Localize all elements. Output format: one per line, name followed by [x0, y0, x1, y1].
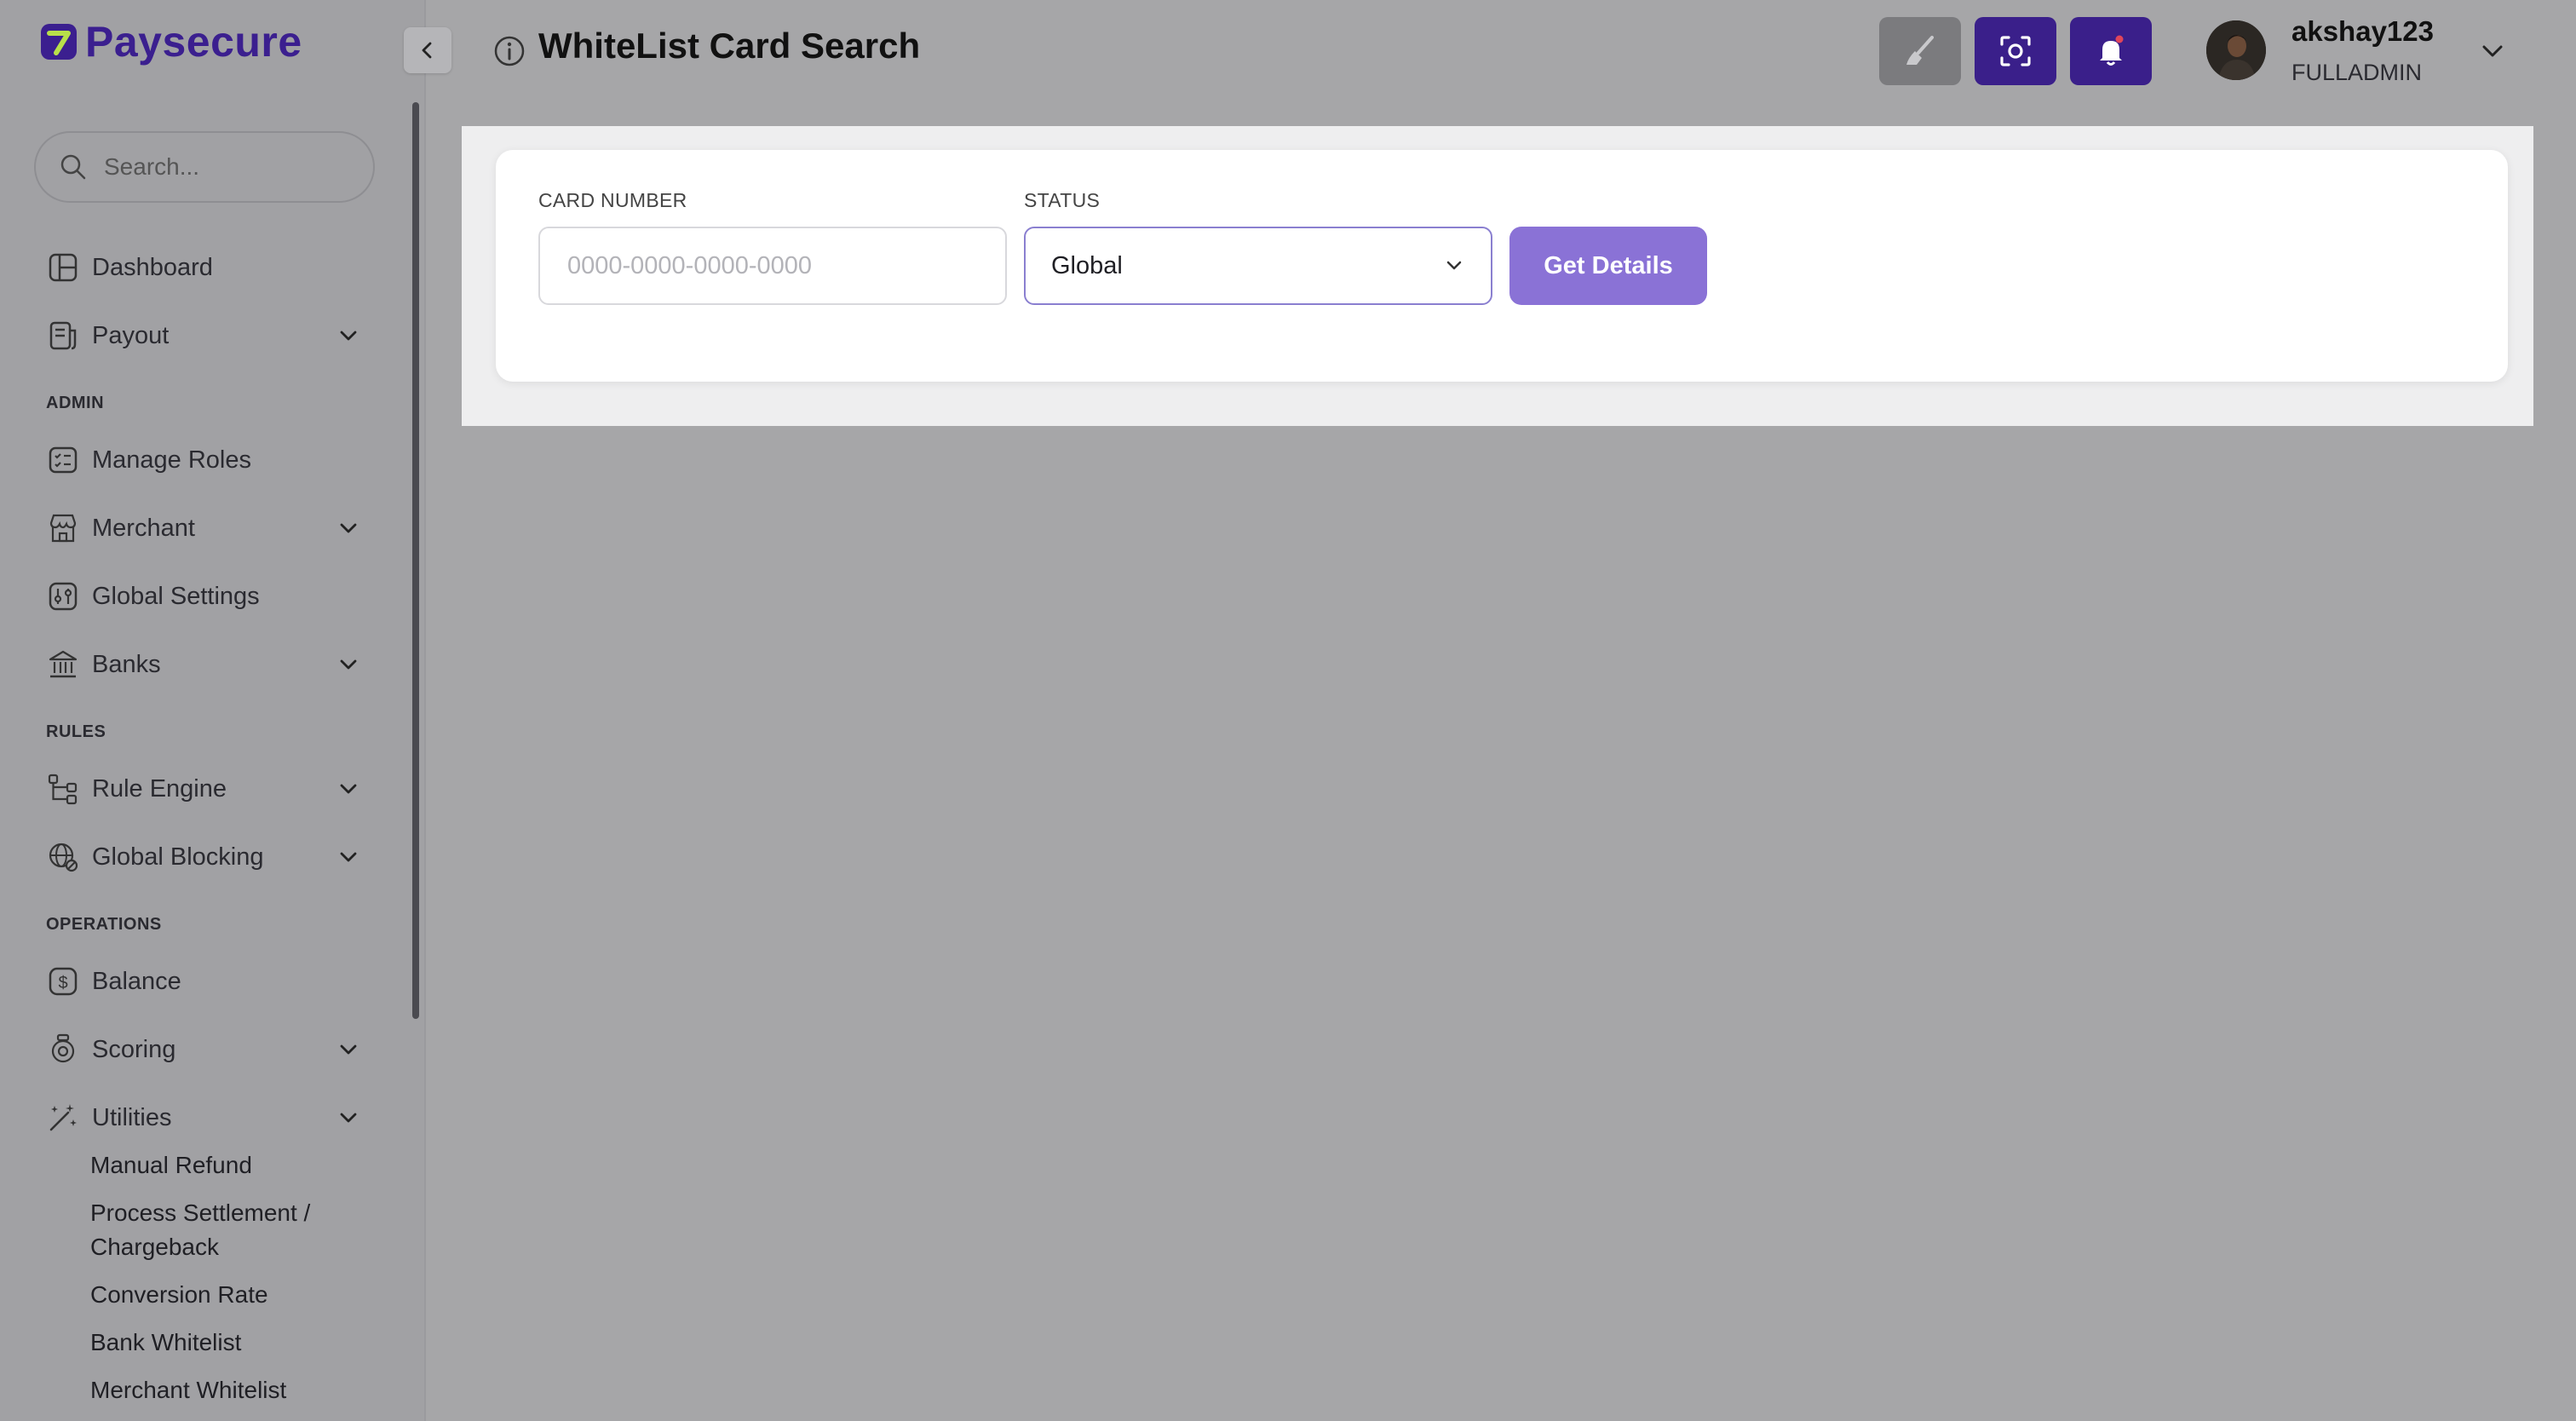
status-select[interactable]: Global [1024, 227, 1492, 305]
sidebar: Paysecure Dashboard Payout ADMIN [0, 0, 426, 1421]
store-icon [49, 514, 77, 543]
sidebar-item-payout[interactable]: Payout [46, 310, 361, 361]
scoring-icon [51, 1033, 75, 1063]
chevron-down-icon[interactable] [336, 776, 361, 802]
section-label-admin: ADMIN [46, 394, 105, 412]
sidebar-item-label: Banks [92, 650, 161, 678]
chevron-down-icon[interactable] [336, 844, 361, 870]
sidebar-item-label: Global Settings [92, 582, 260, 610]
card-number-label: CARD NUMBER [538, 189, 687, 211]
sidebar-item-global-blocking[interactable]: Global Blocking [46, 831, 361, 883]
sidebar-item-rule-engine[interactable]: Rule Engine [46, 763, 361, 814]
svg-text:$: $ [58, 974, 67, 992]
sidebar-item-balance[interactable]: $ Balance [46, 956, 361, 1007]
sidebar-item-utilities[interactable]: Utilities [46, 1092, 361, 1143]
manage-roles-icon [49, 446, 78, 474]
chevron-left-icon [422, 42, 432, 59]
user-role: FULLADMIN [2291, 60, 2423, 85]
sidebar-item-label: Merchant [92, 514, 195, 542]
sidebar-item-scoring[interactable]: Scoring [46, 1024, 361, 1075]
sidebar-subitem-merchant-whitelist[interactable]: Merchant Whitelist [90, 1373, 371, 1407]
bank-icon [49, 650, 78, 678]
section-label-operations: OPERATIONS [46, 915, 162, 934]
get-details-button[interactable]: Get Details [1509, 227, 1707, 305]
sidebar-item-label: Balance [92, 967, 181, 995]
sidebar-subitem-bank-whitelist[interactable]: Bank Whitelist [90, 1326, 371, 1360]
screenshot-button[interactable] [1975, 17, 2056, 85]
sidebar-subitem-manual-refund[interactable]: Manual Refund [90, 1148, 371, 1182]
dashboard-icon [49, 253, 78, 282]
globe-block-icon [49, 843, 78, 872]
sidebar-subitem-conversion-rate[interactable]: Conversion Rate [90, 1278, 371, 1312]
screen-capture-icon [2000, 36, 2031, 66]
search-input[interactable] [104, 153, 359, 181]
avatar[interactable] [2206, 20, 2266, 80]
bell-icon [2100, 35, 2124, 66]
card-number-input[interactable] [538, 227, 1007, 305]
status-selected-value: Global [1051, 251, 1123, 279]
chevron-down-icon [1446, 261, 1462, 270]
chevron-down-icon[interactable] [336, 1037, 361, 1062]
sidebar-item-dashboard[interactable]: Dashboard [46, 242, 361, 293]
payout-icon [49, 321, 77, 350]
sidebar-item-banks[interactable]: Banks [46, 639, 361, 690]
info-icon[interactable] [492, 34, 526, 68]
sidebar-item-label: Global Blocking [92, 843, 264, 871]
chevron-down-icon[interactable] [2475, 34, 2510, 68]
chevron-down-icon[interactable] [336, 652, 361, 677]
sidebar-item-global-settings[interactable]: Global Settings [46, 571, 361, 622]
page-title: WhiteList Card Search [538, 26, 921, 66]
sidebar-item-label: Rule Engine [92, 774, 227, 803]
chevron-down-icon[interactable] [336, 323, 361, 348]
sidebar-item-label: Utilities [92, 1103, 172, 1131]
search-icon [60, 154, 86, 180]
sidebar-item-label: Dashboard [92, 253, 213, 281]
user-name: akshay123 [2291, 15, 2434, 47]
sidebar-item-label: Manage Roles [92, 446, 251, 474]
clear-cache-button[interactable] [1879, 17, 1961, 85]
magic-wand-icon [49, 1104, 77, 1131]
sidebar-item-manage-roles[interactable]: Manage Roles [46, 434, 361, 486]
sidebar-search[interactable] [34, 131, 375, 203]
chevron-down-icon[interactable] [336, 1105, 361, 1130]
sidebar-collapse-button[interactable] [404, 27, 451, 73]
sidebar-scrollbar[interactable] [412, 102, 419, 1019]
hierarchy-icon [48, 774, 78, 805]
notifications-button[interactable] [2070, 17, 2152, 85]
broom-icon [1906, 36, 1934, 65]
sidebar-item-label: Scoring [92, 1035, 176, 1063]
user-photo [2206, 20, 2266, 80]
sidebar-subitem-process-settlement[interactable]: Process Settlement / Chargeback [90, 1196, 371, 1264]
section-label-rules: RULES [46, 722, 106, 741]
sidebar-item-label: Payout [92, 321, 170, 349]
paysecure-logo-icon [41, 24, 77, 60]
dollar-icon: $ [49, 967, 78, 996]
status-label: STATUS [1024, 189, 1101, 211]
brand-name: Paysecure [85, 18, 302, 66]
sidebar-item-merchant[interactable]: Merchant [46, 503, 361, 554]
brand-logo[interactable]: Paysecure [39, 17, 302, 66]
chevron-down-icon[interactable] [336, 515, 361, 541]
settings-sliders-icon [49, 582, 78, 611]
